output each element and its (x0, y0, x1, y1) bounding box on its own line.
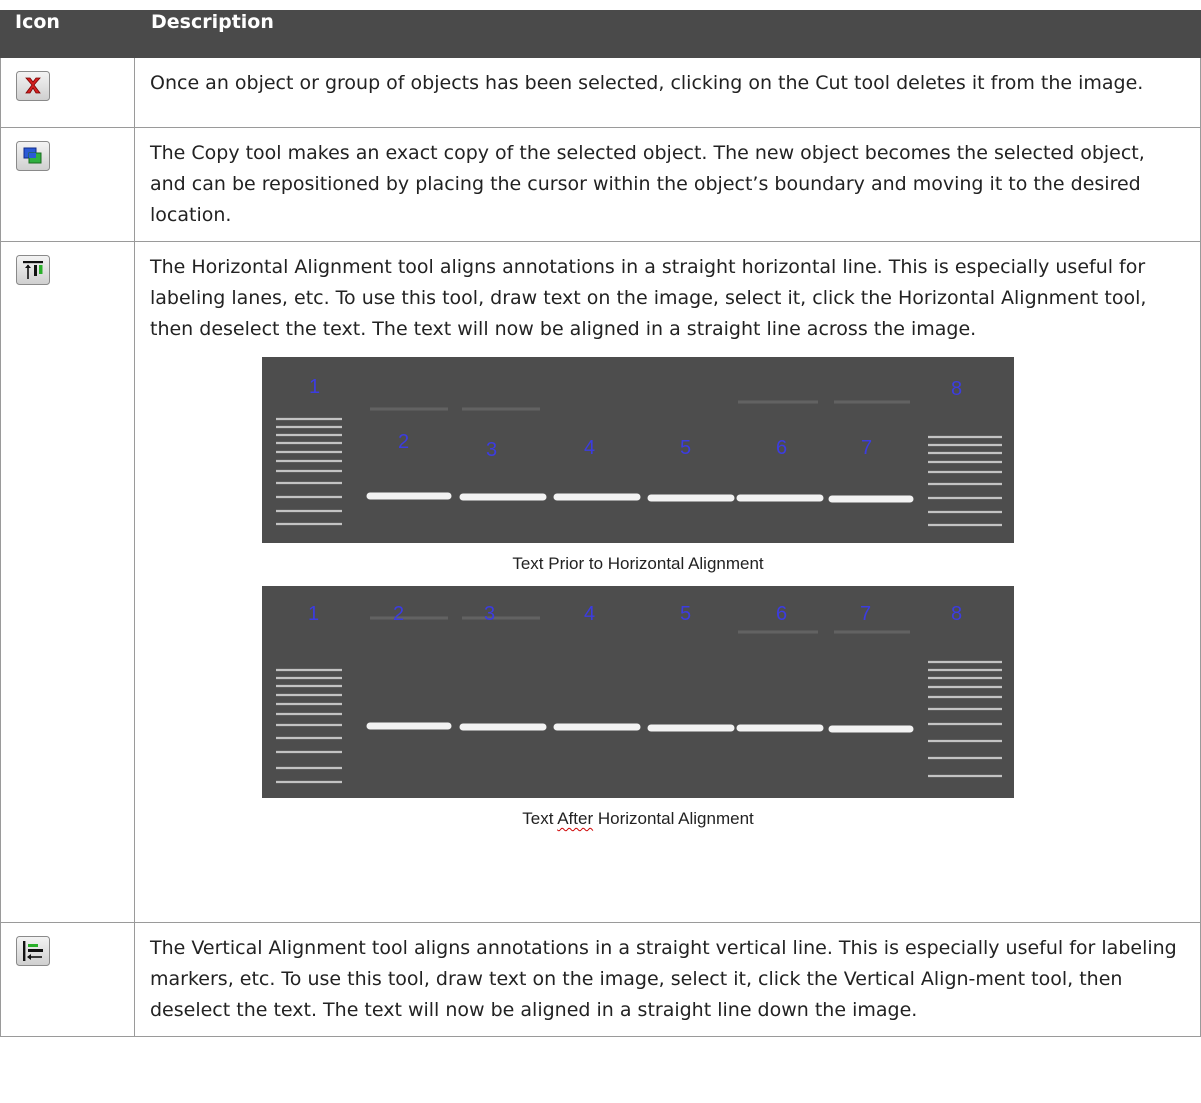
lane-label: 4 (584, 437, 595, 459)
figure-caption-before: Text Prior to Horizontal Alignment (512, 554, 764, 573)
cut-description: Once an object or group of objects has b… (134, 57, 1201, 128)
horizontal-alignment-description: The Horizontal Alignment tool aligns ann… (150, 256, 1147, 340)
lane-label: 1 (309, 376, 320, 398)
horizontal-align-icon (16, 255, 50, 285)
lane-label: 2 (398, 431, 409, 453)
lane-label: 7 (861, 437, 872, 459)
lane-label: 3 (484, 603, 495, 625)
icon-cell (0, 57, 135, 128)
icon-cell (0, 127, 135, 242)
lane-label: 1 (308, 603, 319, 625)
table-row-horizontal-alignment: The Horizontal Alignment tool aligns ann… (0, 241, 1201, 923)
icon-cell (0, 241, 135, 923)
copy-icon (16, 141, 50, 171)
vertical-alignment-description: The Vertical Alignment tool aligns annot… (134, 922, 1201, 1037)
cut-x-icon (16, 71, 50, 101)
gel-image-before: 1 2 3 4 5 6 7 8 (262, 357, 1014, 543)
table-row-cut: Once an object or group of objects has b… (0, 57, 1201, 128)
table-row-vertical-alignment: The Vertical Alignment tool aligns annot… (0, 922, 1201, 1037)
lane-label: 8 (951, 378, 962, 400)
icon-column-header: Icon (0, 10, 135, 58)
description-column-header: Description (134, 10, 1201, 58)
header-row: Icon Description (0, 10, 1201, 58)
lane-label: 3 (486, 439, 497, 461)
gel-figure-after: 1 2 3 4 5 6 7 8 Text After Horizontal Al… (262, 586, 1014, 829)
caption-text: Text (522, 809, 558, 828)
lane-label: 6 (776, 603, 787, 625)
vertical-align-icon (16, 936, 50, 966)
lane-label: 4 (584, 603, 595, 625)
icon-cell (0, 922, 135, 1037)
figure-caption-after: Text After Horizontal Alignment (262, 809, 1014, 829)
lane-label: 5 (680, 603, 691, 625)
gel-image-after: 1 2 3 4 5 6 7 8 (262, 586, 1014, 798)
lane-label: 5 (680, 437, 691, 459)
gel-figure-before: 1 2 3 4 5 6 7 8 Text Prior to Horizontal… (262, 357, 1014, 574)
lane-label: 7 (860, 603, 871, 625)
lane-label: 8 (951, 603, 962, 625)
horizontal-alignment-cell: The Horizontal Alignment tool aligns ann… (134, 241, 1201, 923)
caption-text: Horizontal Alignment (593, 809, 754, 828)
copy-description: The Copy tool makes an exact copy of the… (134, 127, 1201, 242)
lane-label: 6 (776, 437, 787, 459)
tool-table: Icon Description Once an object or group… (0, 10, 1201, 1037)
table-row-copy: The Copy tool makes an exact copy of the… (0, 127, 1201, 242)
spellcheck-flagged-word: After (557, 809, 594, 828)
lane-label: 2 (393, 603, 404, 625)
